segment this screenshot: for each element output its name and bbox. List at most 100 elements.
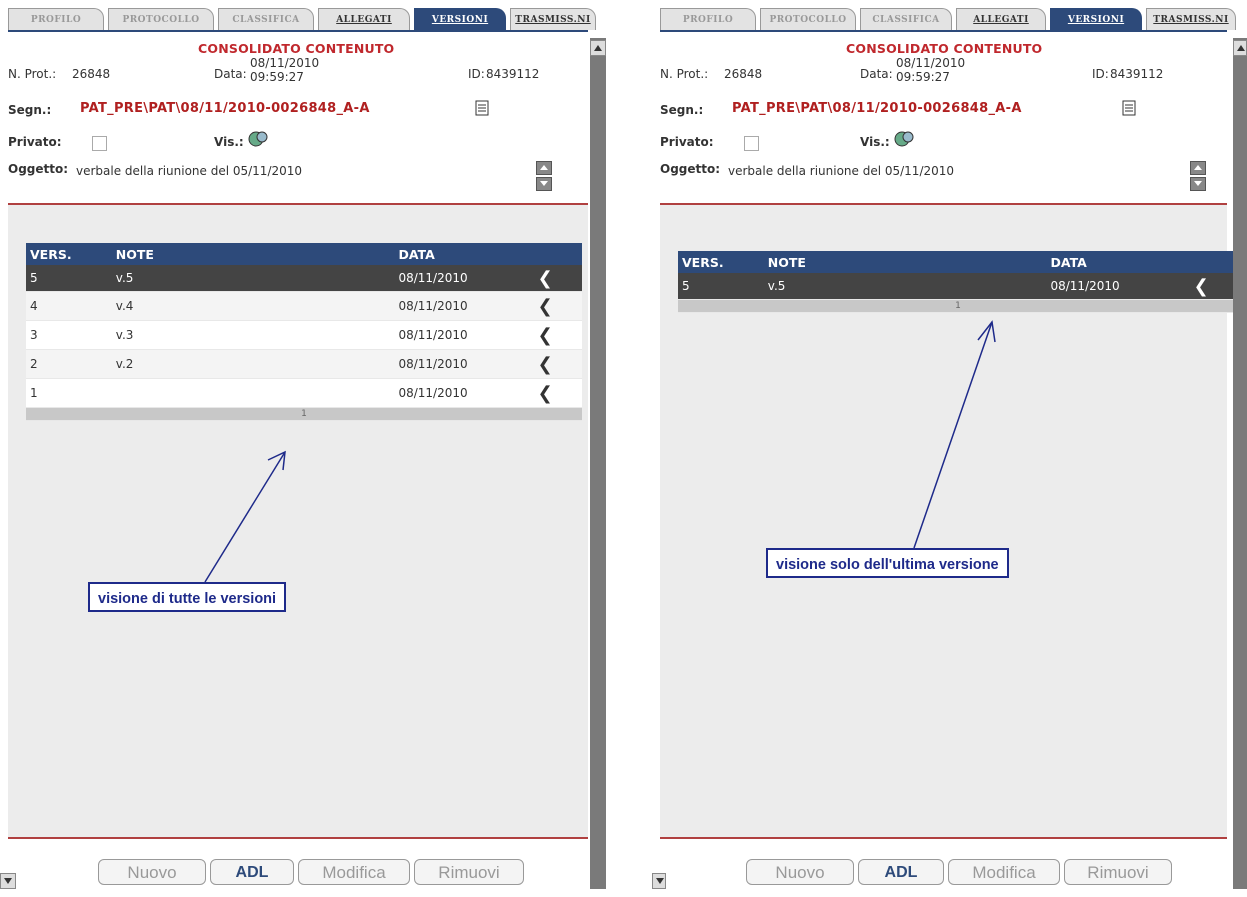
scroll-down-icon[interactable] xyxy=(0,873,16,889)
table-header-row: VERS. NOTE DATA xyxy=(678,251,1238,273)
data-date: 08/11/2010 xyxy=(250,56,320,70)
print-icon[interactable] xyxy=(1122,100,1136,116)
tab-profilo[interactable]: PROFILO xyxy=(8,8,104,30)
data-label: Data: xyxy=(860,67,893,81)
open-version-icon[interactable]: ❮ xyxy=(1164,273,1238,300)
tab-profilo[interactable]: PROFILO xyxy=(660,8,756,30)
scroll-up-icon[interactable] xyxy=(1233,40,1247,56)
modifica-button[interactable]: Modifica xyxy=(948,859,1060,885)
oggetto-value: verbale della riunione del 05/11/2010 xyxy=(76,164,303,178)
vers-cell: 1 xyxy=(26,378,112,408)
open-version-icon[interactable]: ❮ xyxy=(508,378,582,408)
nuovo-button[interactable]: Nuovo xyxy=(746,859,854,885)
prot-label: N. Prot.: xyxy=(660,67,709,81)
nuovo-button[interactable]: Nuovo xyxy=(98,859,206,885)
vertical-scrollbar[interactable] xyxy=(1233,38,1247,889)
privato-checkbox[interactable] xyxy=(744,136,759,151)
print-icon[interactable] xyxy=(475,100,489,116)
col-note-header[interactable]: NOTE xyxy=(763,251,1047,273)
id-label: ID: xyxy=(1092,67,1109,81)
tab-classifica[interactable]: CLASSIFICA xyxy=(218,8,314,30)
segnatura-value: PAT_PRE\PAT\08/11/2010-0026848_A-A xyxy=(80,101,370,116)
note-cell: v.4 xyxy=(111,291,395,321)
col-note-header[interactable]: NOTE xyxy=(111,243,395,265)
table-row[interactable]: 5 v.5 08/11/2010 ❮ xyxy=(678,273,1238,300)
tab-classifica[interactable]: CLASSIFICA xyxy=(860,8,952,30)
visibility-icon[interactable] xyxy=(248,130,268,148)
privato-label: Privato: xyxy=(660,135,714,149)
versions-content: VERS. NOTE DATA 5 v.5 08/11/2010 ❮ 4 v.4… xyxy=(8,205,588,839)
col-data-header[interactable]: DATA xyxy=(1046,251,1165,273)
callout-all-versions: visione di tutte le versioni xyxy=(88,582,287,612)
table-row[interactable]: 5 v.5 08/11/2010 ❮ xyxy=(26,265,582,292)
oggetto-scroll-down[interactable] xyxy=(536,177,552,191)
privato-label: Privato: xyxy=(8,135,62,149)
tab-trasmissioni[interactable]: TRASMISS.NI xyxy=(510,8,596,30)
oggetto-scroll-up[interactable] xyxy=(1190,161,1206,175)
data-date: 08/11/2010 xyxy=(896,56,966,70)
oggetto-value: verbale della riunione del 05/11/2010 xyxy=(728,164,955,178)
data-cell: 08/11/2010 xyxy=(394,378,509,408)
consolidato-banner: CONSOLIDATO CONTENUTO xyxy=(198,41,395,56)
table-row[interactable]: 3 v.3 08/11/2010 ❮ xyxy=(26,320,582,350)
tab-trasmissioni[interactable]: TRASMISS.NI xyxy=(1146,8,1236,30)
adl-button[interactable]: ADL xyxy=(858,859,944,885)
action-buttons: Nuovo ADL Modifica Rimuovi xyxy=(660,859,1227,887)
rimuovi-button[interactable]: Rimuovi xyxy=(1064,859,1172,885)
tab-allegati[interactable]: ALLEGATI xyxy=(318,8,410,30)
modifica-button[interactable]: Modifica xyxy=(298,859,410,885)
pager-page-number[interactable]: 1 xyxy=(26,407,582,421)
vers-cell: 2 xyxy=(26,349,112,379)
note-cell: v.2 xyxy=(111,349,395,379)
tab-versioni[interactable]: VERSIONI xyxy=(1050,8,1142,30)
tab-protocollo[interactable]: PROTOCOLLO xyxy=(760,8,856,30)
data-cell: 08/11/2010 xyxy=(1046,273,1165,300)
table-row[interactable]: 4 v.4 08/11/2010 ❮ xyxy=(26,291,582,321)
vers-cell: 5 xyxy=(26,265,112,292)
open-version-icon[interactable]: ❮ xyxy=(508,265,582,292)
tab-allegati[interactable]: ALLEGATI xyxy=(956,8,1046,30)
pager-page-number[interactable]: 1 xyxy=(678,299,1238,313)
vertical-scrollbar[interactable] xyxy=(590,38,606,889)
table-row[interactable]: 2 v.2 08/11/2010 ❮ xyxy=(26,349,582,379)
segn-label: Segn.: xyxy=(8,103,52,117)
id-label: ID: xyxy=(468,67,485,81)
table-row[interactable]: 1 08/11/2010 ❮ xyxy=(26,378,582,408)
oggetto-scroll-up[interactable] xyxy=(536,161,552,175)
callout-last-version: visione solo dell'ultima versione xyxy=(766,548,1009,578)
prot-label: N. Prot.: xyxy=(8,67,57,81)
vers-cell: 3 xyxy=(26,320,112,350)
rimuovi-button[interactable]: Rimuovi xyxy=(414,859,524,885)
data-cell: 08/11/2010 xyxy=(394,265,509,292)
open-version-icon[interactable]: ❮ xyxy=(508,349,582,379)
open-version-icon[interactable]: ❮ xyxy=(508,320,582,350)
open-version-icon[interactable]: ❮ xyxy=(508,291,582,321)
document-header: CONSOLIDATO CONTENUTO N. Prot.: 26848 Da… xyxy=(8,33,588,205)
left-document-panel: PROFILO PROTOCOLLO CLASSIFICA ALLEGATI V… xyxy=(0,0,610,897)
versions-table: VERS. NOTE DATA 5 v.5 08/11/2010 ❮ 4 v.4… xyxy=(26,243,582,421)
scroll-down-icon[interactable] xyxy=(652,873,666,889)
privato-checkbox[interactable] xyxy=(92,136,107,151)
oggetto-scroll-down[interactable] xyxy=(1190,177,1206,191)
prot-value: 26848 xyxy=(72,67,111,81)
oggetto-label: Oggetto: xyxy=(8,162,69,176)
scroll-up-icon[interactable] xyxy=(590,40,606,56)
tab-bar: PROFILO PROTOCOLLO CLASSIFICA ALLEGATI V… xyxy=(660,8,1236,32)
data-label: Data: xyxy=(214,67,247,81)
action-buttons: Nuovo ADL Modifica Rimuovi xyxy=(8,859,588,887)
data-cell: 08/11/2010 xyxy=(394,349,509,379)
table-pager: 1 xyxy=(678,299,1238,313)
right-document-panel: PROFILO PROTOCOLLO CLASSIFICA ALLEGATI V… xyxy=(652,0,1247,897)
col-data-header[interactable]: DATA xyxy=(394,243,509,265)
visibility-icon[interactable] xyxy=(894,130,914,148)
segn-label: Segn.: xyxy=(660,103,704,117)
adl-button[interactable]: ADL xyxy=(210,859,294,885)
col-action-header xyxy=(1164,251,1238,273)
tab-bar: PROFILO PROTOCOLLO CLASSIFICA ALLEGATI V… xyxy=(8,8,596,32)
tab-versioni[interactable]: VERSIONI xyxy=(414,8,506,30)
data-cell: 08/11/2010 xyxy=(394,291,509,321)
note-cell: v.5 xyxy=(111,265,395,292)
tab-protocollo[interactable]: PROTOCOLLO xyxy=(108,8,214,30)
col-vers-header[interactable]: VERS. xyxy=(26,243,112,265)
col-vers-header[interactable]: VERS. xyxy=(678,251,764,273)
